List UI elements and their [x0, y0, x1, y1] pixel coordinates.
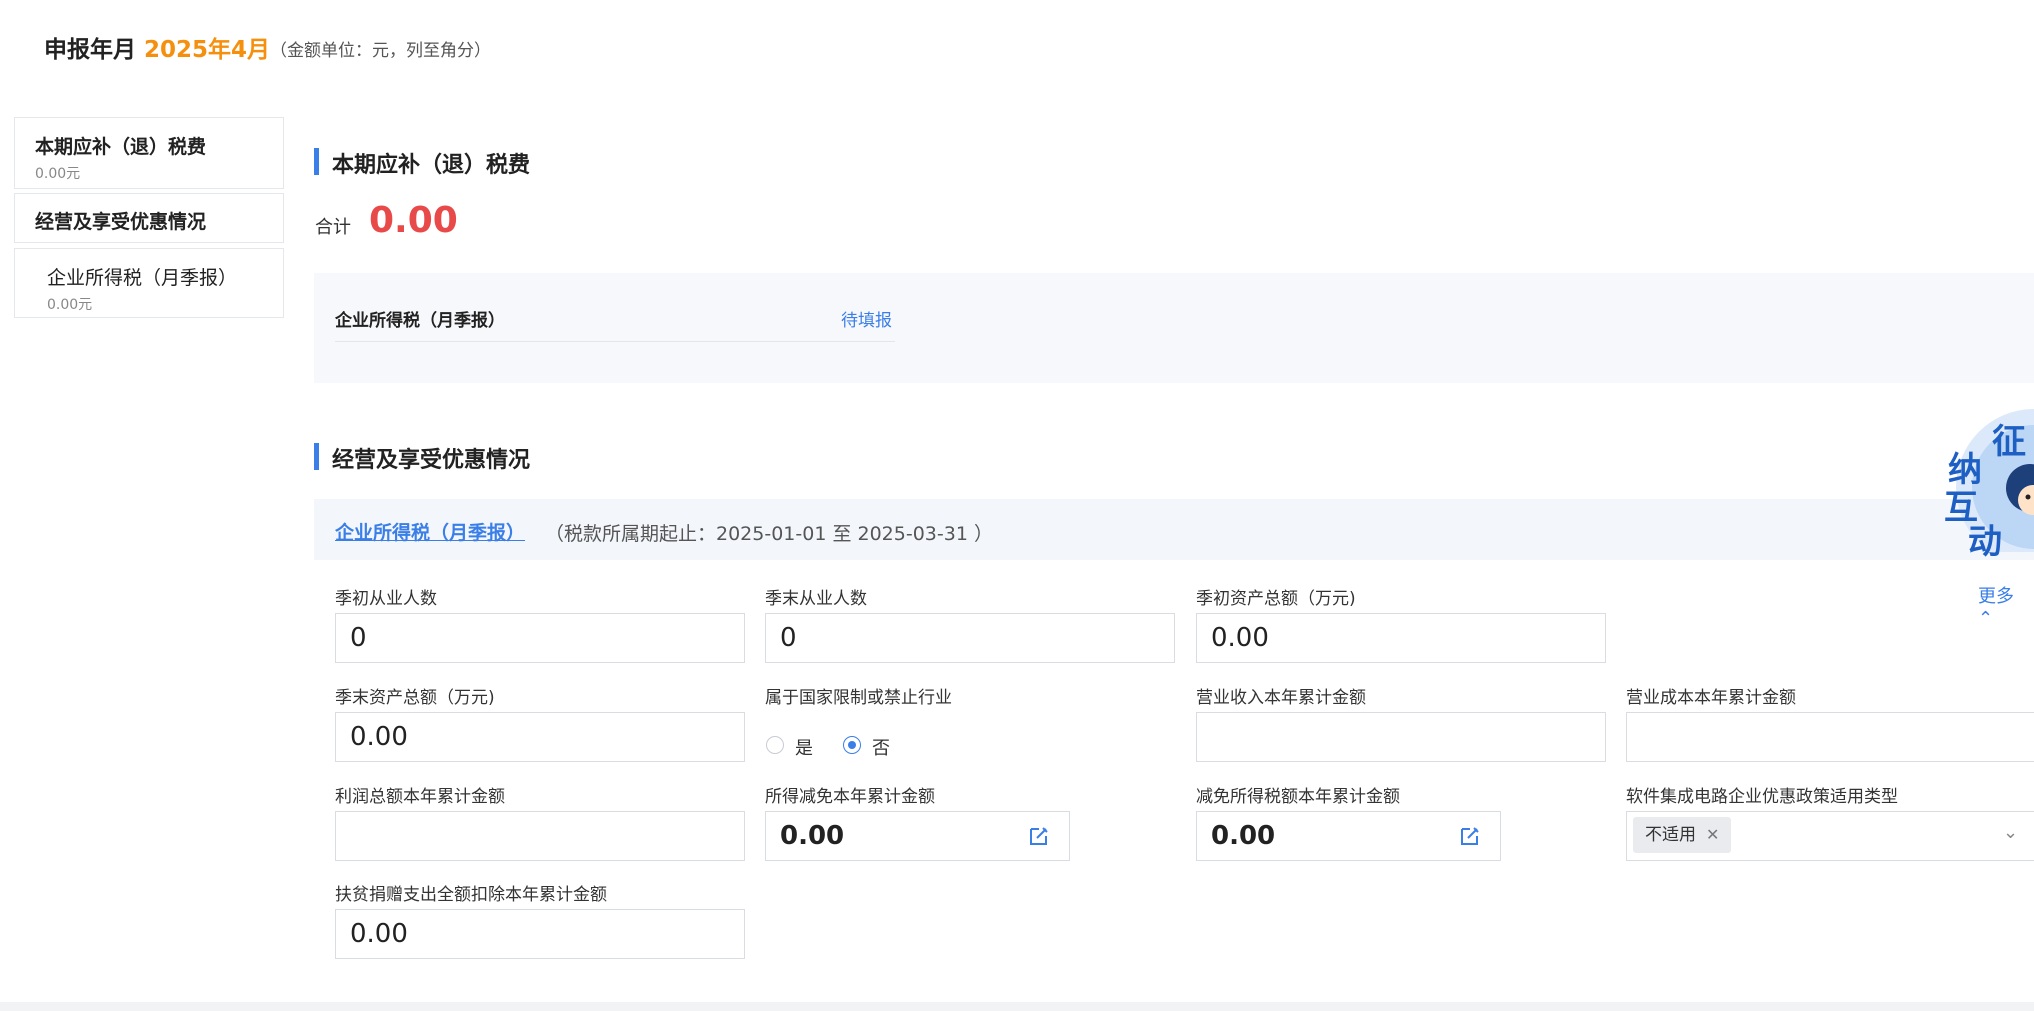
- q-start-employees-input[interactable]: [335, 613, 745, 663]
- mascot-text: 征 纳 互 动: [1944, 422, 2026, 562]
- more-toggle[interactable]: 更多 ⌃: [1978, 582, 2034, 629]
- sidebar-item-tax-payable[interactable]: 本期应补（退）税费 0.00元: [14, 117, 284, 189]
- tax-period-note: （税款所属期起止：2025-01-01 至 2025-03-31 ）: [545, 523, 993, 545]
- radio-label-yes: 是: [795, 738, 813, 759]
- report-period-label: 申报年月: [44, 37, 136, 63]
- chevron-down-icon[interactable]: ⌄: [2003, 822, 2018, 843]
- section-marker: [314, 443, 319, 470]
- interaction-assistant-widget[interactable]: 征 纳 互 动: [1944, 392, 2034, 565]
- field-label: 季末资产总额（万元): [335, 688, 495, 708]
- bottom-bar: [0, 1002, 2034, 1011]
- sidebar-item-amount: 0.00元: [35, 166, 81, 182]
- sidebar-item-enterprise-income-tax[interactable]: 企业所得税（月季报） 0.00元: [14, 248, 284, 318]
- section-title-operations: 经营及享受优惠情况: [332, 448, 531, 473]
- edit-icon[interactable]: [1459, 825, 1481, 847]
- income-exemption-ytd-input[interactable]: [765, 811, 1070, 861]
- restricted-industry-no-radio[interactable]: [843, 736, 861, 754]
- total-value: 0.00: [369, 200, 458, 241]
- report-period-value: 2025年4月: [144, 37, 271, 63]
- section-title-tax-payable: 本期应补（退）税费: [332, 153, 531, 178]
- field-label: 软件集成电路企业优惠政策适用类型: [1626, 787, 1898, 807]
- sidebar-item-label: 经营及享受优惠情况: [35, 211, 207, 233]
- field-label: 营业成本本年累计金额: [1626, 688, 1796, 708]
- tax-summary-panel: [314, 273, 2034, 383]
- tag-label: 不适用: [1645, 825, 1696, 845]
- divider: [335, 341, 895, 342]
- section-marker: [314, 148, 319, 175]
- tax-reduction-ytd-input[interactable]: [1196, 811, 1501, 861]
- cost-ytd-input[interactable]: [1626, 712, 2034, 762]
- q-end-employees-input[interactable]: [765, 613, 1175, 663]
- more-label: 更多: [1978, 586, 2014, 607]
- sidebar-item-label: 本期应补（退）税费: [35, 136, 207, 158]
- selected-tag: 不适用 ✕: [1633, 817, 1732, 853]
- tax-item-name: 企业所得税（月季报）: [335, 311, 505, 331]
- amount-unit-note: （金额单位：元，列至角分）: [270, 41, 491, 61]
- edit-icon[interactable]: [1028, 825, 1050, 847]
- radio-label-no: 否: [872, 738, 890, 759]
- field-label: 季初资产总额（万元): [1196, 589, 1356, 609]
- poverty-donation-ytd-input[interactable]: [335, 909, 745, 959]
- profit-ytd-input[interactable]: [335, 811, 745, 861]
- field-label: 减免所得税额本年累计金额: [1196, 787, 1400, 807]
- field-label: 营业收入本年累计金额: [1196, 688, 1366, 708]
- sidebar-item-operations[interactable]: 经营及享受优惠情况: [14, 193, 284, 243]
- tax-item-status-link[interactable]: 待填报: [841, 306, 892, 331]
- sidebar-item-amount: 0.00元: [47, 297, 93, 313]
- q-start-assets-input[interactable]: [1196, 613, 1606, 663]
- chevron-up-icon: ⌃: [1978, 608, 1994, 629]
- field-label: 所得减免本年累计金额: [765, 787, 935, 807]
- total-label: 合计: [315, 217, 351, 238]
- q-end-assets-input[interactable]: [335, 712, 745, 762]
- close-icon[interactable]: ✕: [1706, 825, 1719, 844]
- enterprise-income-tax-link[interactable]: 企业所得税（月季报）: [335, 518, 525, 545]
- field-label: 扶贫捐赠支出全额扣除本年累计金额: [335, 885, 607, 905]
- revenue-ytd-input[interactable]: [1196, 712, 1606, 762]
- sidebar-item-label: 企业所得税（月季报）: [47, 267, 238, 289]
- field-label: 利润总额本年累计金额: [335, 787, 505, 807]
- field-label: 季末从业人数: [765, 589, 867, 609]
- restricted-industry-yes-radio[interactable]: [766, 736, 784, 754]
- field-label: 属于国家限制或禁止行业: [765, 688, 952, 708]
- field-label: 季初从业人数: [335, 589, 437, 609]
